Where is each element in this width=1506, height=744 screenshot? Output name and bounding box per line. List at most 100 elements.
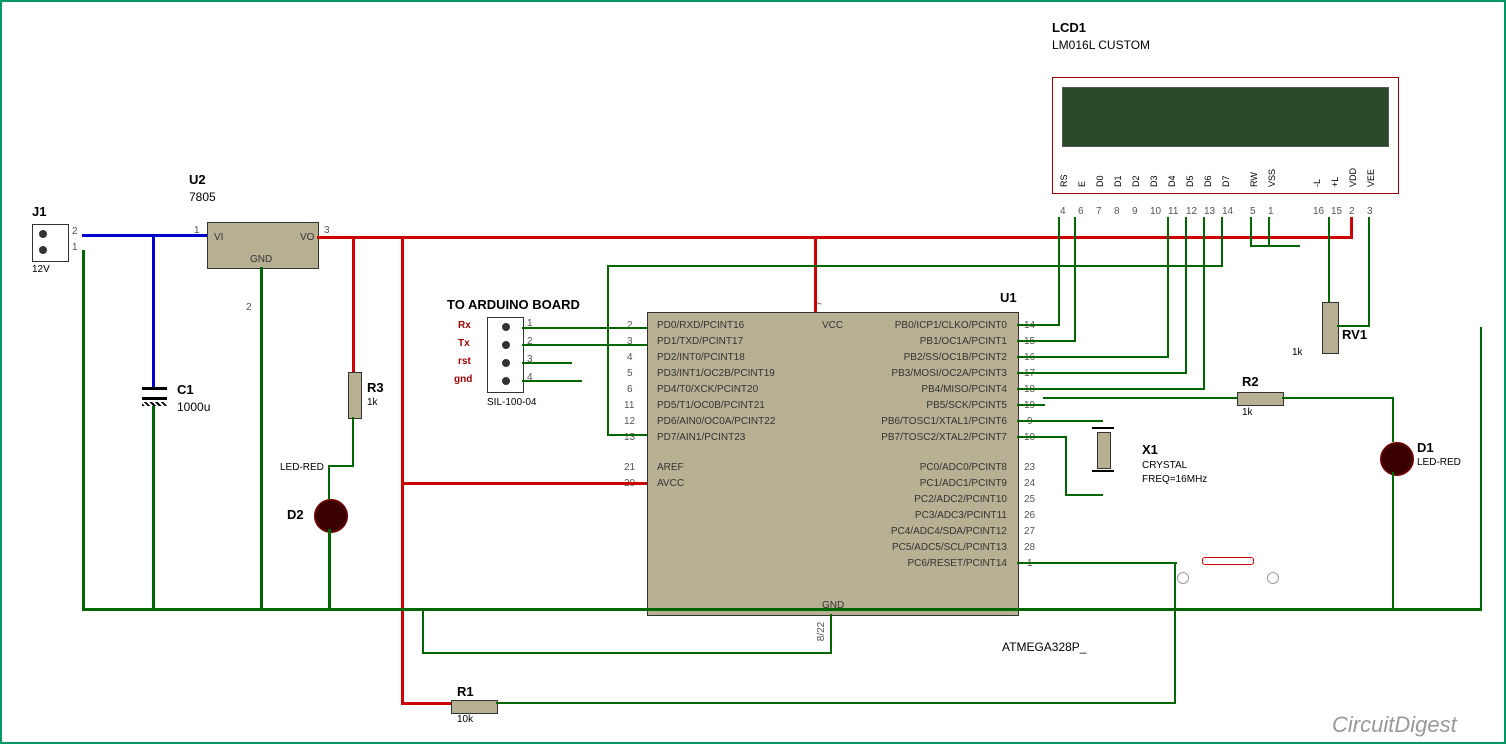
wire-avcc bbox=[401, 482, 647, 485]
wire-d1-top bbox=[1282, 397, 1394, 399]
btn-terminal-1 bbox=[1177, 572, 1189, 584]
wire-pb5-r2 bbox=[1043, 397, 1237, 399]
c1-plate1 bbox=[142, 387, 167, 390]
r1-ref: R1 bbox=[457, 684, 474, 699]
j1-val: 12V bbox=[32, 264, 50, 275]
wire-x1-2a bbox=[1017, 436, 1067, 438]
u1-rp9: PC1/ADC1/PCINT9 bbox=[897, 478, 1007, 489]
u1-rp0: PB0/ICP1/CLKO/PCINT0 bbox=[887, 320, 1007, 331]
lcd-pn-12: 16 bbox=[1313, 206, 1324, 217]
u1-rp13-n: 28 bbox=[1024, 542, 1035, 553]
j1-ref: J1 bbox=[32, 204, 46, 219]
lcd-pin-d1: D1 bbox=[1113, 175, 1123, 187]
r1-body bbox=[451, 700, 498, 714]
lcd-pin-vee: VEE bbox=[1366, 169, 1376, 187]
header-rx: Rx bbox=[458, 320, 471, 331]
u2-vo: VO bbox=[300, 232, 314, 243]
wire-r3-d2c bbox=[328, 465, 330, 499]
x1-bot bbox=[1092, 470, 1114, 472]
d2-led-icon bbox=[314, 499, 348, 533]
wire-r3-d2a bbox=[352, 417, 354, 467]
wire-d2-gnd bbox=[328, 529, 331, 610]
u1-lp7: PD7/AIN1/PCINT23 bbox=[657, 432, 745, 443]
lcd-pn-10: 5 bbox=[1250, 206, 1256, 217]
u1-rp8-n: 23 bbox=[1024, 462, 1035, 473]
wire-rv1-top bbox=[1328, 217, 1330, 302]
wire-lcd-vdd bbox=[1350, 217, 1353, 239]
wire-rx bbox=[522, 327, 647, 329]
u1-rp1: PB1/OC1A/PCINT1 bbox=[887, 336, 1007, 347]
header-part: SIL-100-04 bbox=[487, 397, 536, 408]
x1-part: CRYSTAL bbox=[1142, 460, 1187, 471]
wire-pb3 bbox=[1017, 372, 1187, 374]
lcd-part: LM016L CUSTOM bbox=[1052, 38, 1150, 52]
wire-vcc-down bbox=[401, 236, 404, 704]
lcd-pn-15: 3 bbox=[1367, 206, 1373, 217]
d1-led-icon bbox=[1380, 442, 1414, 476]
wire-pd7-v bbox=[1221, 217, 1223, 267]
wire-r1-reset bbox=[496, 702, 1176, 704]
wire-u1-gnd-h bbox=[422, 652, 832, 654]
u1-lp2-n: 4 bbox=[627, 352, 633, 363]
lcd-pn-4: 9 bbox=[1132, 206, 1138, 217]
u1-lp6-n: 12 bbox=[624, 416, 635, 427]
wire-pb2-v bbox=[1167, 217, 1169, 358]
wire-pd7-h bbox=[607, 265, 1223, 267]
u1-rp3: PB3/MOSI/OC2A/PCINT3 bbox=[872, 368, 1007, 379]
lcd-pin-d5: D5 bbox=[1185, 175, 1195, 187]
lcd-pin-lplus: +L bbox=[1330, 177, 1340, 187]
wire-vss bbox=[1268, 217, 1270, 247]
wire-pd7-down bbox=[607, 265, 609, 436]
wire-pb4 bbox=[1017, 388, 1205, 390]
u1-rp14: PC6/RESET/PCINT14 bbox=[887, 558, 1007, 569]
lcd-pn-13: 15 bbox=[1331, 206, 1342, 217]
r2-val: 1k bbox=[1242, 407, 1253, 418]
u1-lp1: PD1/TXD/PCINT17 bbox=[657, 336, 743, 347]
r2-ref: R2 bbox=[1242, 374, 1259, 389]
u1-lp9: AVCC bbox=[657, 478, 684, 489]
u1-rp6: PB6/TOSC1/XTAL1/PCINT6 bbox=[867, 416, 1007, 427]
wire-gnd-j1 bbox=[82, 250, 85, 610]
u1-rp4: PB4/MISO/PCINT4 bbox=[887, 384, 1007, 395]
u1-rp11: PC3/ADC3/PCINT11 bbox=[892, 510, 1007, 521]
u1-lp0-n: 2 bbox=[627, 320, 633, 331]
u2-p3: 3 bbox=[324, 225, 330, 236]
rv1-ref: RV1 bbox=[1342, 327, 1367, 342]
u1-rp9-n: 24 bbox=[1024, 478, 1035, 489]
wire-tx bbox=[522, 344, 647, 346]
wire-c1-gnd bbox=[152, 406, 155, 610]
wire-d1-gnd bbox=[1392, 472, 1394, 610]
j1-p2: 2 bbox=[72, 226, 78, 237]
c1-val: 1000u bbox=[177, 400, 210, 414]
u2-gnd: GND bbox=[250, 254, 272, 265]
lcd-pin-d4: D4 bbox=[1167, 175, 1177, 187]
lcd-screen bbox=[1062, 87, 1389, 147]
btn-terminal-2 bbox=[1267, 572, 1279, 584]
u1-part: ATMEGA328P_ bbox=[1002, 640, 1086, 654]
header-body bbox=[487, 317, 524, 393]
lcd-pn-1: 6 bbox=[1078, 206, 1084, 217]
wire-c1-top bbox=[152, 234, 155, 387]
rv1-body bbox=[1322, 302, 1339, 354]
r3-ref: R3 bbox=[367, 380, 384, 395]
x1-ref: X1 bbox=[1142, 442, 1158, 457]
wire-right-gnd bbox=[1480, 327, 1482, 610]
d2-part: LED-RED bbox=[280, 462, 324, 473]
header-rst: rst bbox=[458, 356, 471, 367]
c1-ref: C1 bbox=[177, 382, 194, 397]
r3-body bbox=[348, 372, 362, 419]
j1-p1: 1 bbox=[72, 242, 78, 253]
reset-button[interactable] bbox=[1202, 557, 1254, 565]
header-tx: Tx bbox=[458, 338, 470, 349]
lcd-ref: LCD1 bbox=[1052, 20, 1086, 35]
u1-lp3: PD3/INT1/OC2B/PCINT19 bbox=[657, 368, 775, 379]
lcd-pn-3: 8 bbox=[1114, 206, 1120, 217]
lcd-pin-rw: RW bbox=[1249, 172, 1259, 187]
u1-lp3-n: 5 bbox=[627, 368, 633, 379]
wire-j1-vi bbox=[82, 234, 207, 237]
u1-rp2: PB2/SS/OC1B/PCINT2 bbox=[882, 352, 1007, 363]
u1-vcc: VCC bbox=[822, 320, 843, 331]
lcd-pn-11: 1 bbox=[1268, 206, 1274, 217]
lcd-pn-7: 12 bbox=[1186, 206, 1197, 217]
u1-rp11-n: 26 bbox=[1024, 510, 1035, 521]
